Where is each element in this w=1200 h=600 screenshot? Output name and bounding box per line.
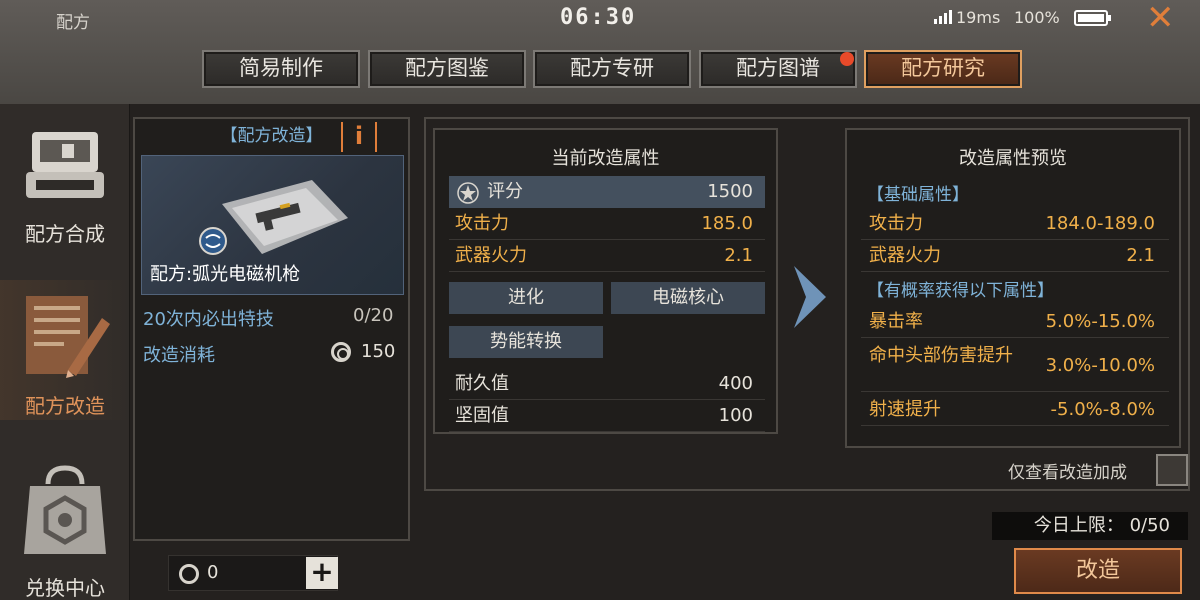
current-attributes-panel: 当前改造属性 评分 1500 攻击力 185.0 武器火力 2.1 进化 电磁核…	[433, 128, 778, 434]
attr-value: 100	[718, 405, 753, 426]
preview-row: 武器火力 2.1	[861, 240, 1169, 272]
app-title: 配方	[56, 13, 90, 33]
attr-label: 射速提升	[869, 399, 941, 420]
attr-value: 2.1	[1126, 245, 1155, 266]
info-button[interactable]: i	[341, 122, 377, 152]
attr-value: 184.0-189.0	[1045, 213, 1155, 234]
attr-label: 耐久值	[455, 373, 509, 394]
tab-recipe-catalog[interactable]: 配方图鉴	[368, 50, 526, 88]
score-value: 1500	[707, 181, 753, 202]
recipe-name: 配方:弧光电磁机枪	[150, 264, 301, 285]
base-section-title: 【基础属性】	[867, 185, 969, 205]
cost-value: 150	[361, 341, 396, 362]
ping-value: 19ms	[956, 8, 1001, 27]
star-icon	[457, 182, 479, 204]
attr-value: 400	[718, 373, 753, 394]
modify-button[interactable]: 改造	[1014, 548, 1182, 594]
attr-label: 攻击力	[869, 213, 923, 234]
attack-row: 攻击力 185.0	[449, 208, 765, 240]
notification-dot	[840, 52, 854, 66]
sidebar-item-label: 配方合成	[25, 222, 105, 246]
chance-section-title: 【有概率获得以下属性】	[867, 281, 1054, 301]
skill-evolution[interactable]: 进化	[449, 282, 603, 314]
preview-panel: 改造属性预览 【基础属性】 攻击力 184.0-189.0 武器火力 2.1 【…	[845, 128, 1181, 448]
attr-value: 3.0%-10.0%	[1045, 355, 1155, 376]
firepower-row: 武器火力 2.1	[449, 240, 765, 272]
recipe-panel: 【配方改造】 i 配方:弧光电磁机枪 20次内必出特技 0/20 改造消耗 15…	[133, 117, 410, 541]
attr-label: 武器火力	[869, 245, 941, 266]
sidebar-item-recipe-synthesis[interactable]: 配方合成	[0, 114, 130, 254]
battery-percent: 100%	[1014, 8, 1060, 27]
preview-row: 暴击率 5.0%-15.0%	[861, 306, 1169, 338]
sidebar-item-exchange-center[interactable]: 兑换中心	[0, 460, 130, 600]
sidebar-item-label: 配方改造	[25, 394, 105, 418]
add-currency-button[interactable]: +	[306, 557, 338, 589]
battery-icon	[1074, 10, 1111, 26]
currency-value: 0	[207, 562, 219, 583]
close-button[interactable]: ✕	[1146, 0, 1175, 36]
attr-label: 武器火力	[455, 245, 527, 266]
skill-em-core[interactable]: 电磁核心	[611, 282, 765, 314]
attr-label: 坚固值	[455, 405, 509, 426]
cost-label: 改造消耗	[143, 345, 215, 366]
sidebar: 配方合成 配方改造 兑换中心	[0, 104, 130, 600]
skill-energy-conversion[interactable]: 势能转换	[449, 326, 603, 358]
attr-label: 攻击力	[455, 213, 509, 234]
daily-limit: 今日上限： 0/50	[992, 512, 1188, 540]
document-pen-icon	[26, 296, 110, 378]
attr-value: 185.0	[701, 213, 753, 234]
attr-label: 命中头部伤害提升	[869, 345, 1013, 366]
blueprint-badge-icon	[199, 227, 227, 255]
clock: 06:30	[560, 5, 637, 30]
currency-icon	[331, 342, 351, 362]
score-row: 评分 1500	[449, 176, 765, 208]
sidebar-item-recipe-modify[interactable]: 配方改造	[0, 280, 130, 420]
preview-row: 攻击力 184.0-189.0	[861, 208, 1169, 240]
filter-label: 仅查看改造加成	[1008, 463, 1127, 483]
tab-recipe-study[interactable]: 配方专研	[533, 50, 691, 88]
printer-icon	[26, 132, 104, 198]
preview-row: 命中头部伤害提升 3.0%-10.0%	[861, 340, 1169, 392]
recipe-card[interactable]: 配方:弧光电磁机枪	[141, 155, 404, 295]
preview-title: 改造属性预览	[959, 148, 1067, 169]
sidebar-item-label: 兑换中心	[25, 576, 105, 600]
score-label: 评分	[487, 181, 523, 202]
guarantee-label: 20次内必出特技	[143, 309, 274, 330]
shopping-bag-icon	[24, 465, 106, 554]
filter-checkbox[interactable]	[1156, 454, 1188, 486]
tab-simple-craft[interactable]: 简易制作	[202, 50, 360, 88]
tab-recipe-research[interactable]: 配方研究	[864, 50, 1022, 88]
preview-row: 射速提升 -5.0%-8.0%	[861, 394, 1169, 426]
chevron-right-icon	[794, 266, 826, 328]
signal-icon	[934, 10, 954, 24]
currency-icon	[179, 564, 199, 584]
attr-label: 暴击率	[869, 311, 923, 332]
durability-row: 耐久值 400	[449, 368, 765, 400]
sturdiness-row: 坚固值 100	[449, 400, 765, 432]
current-attributes-title: 当前改造属性	[551, 148, 660, 169]
guarantee-value: 0/20	[353, 305, 394, 326]
attr-value: -5.0%-8.0%	[1050, 399, 1155, 420]
attr-value: 2.1	[724, 245, 753, 266]
tab-recipe-atlas[interactable]: 配方图谱	[699, 50, 857, 88]
attr-value: 5.0%-15.0%	[1045, 311, 1155, 332]
